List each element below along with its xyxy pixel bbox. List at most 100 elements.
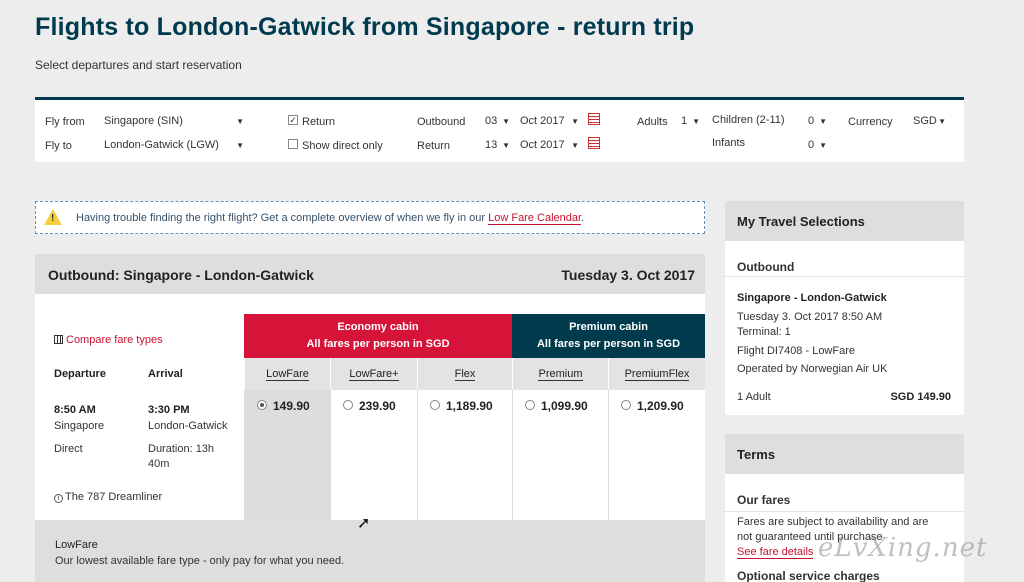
fare-header-premiumflex[interactable]: PremiumFlex — [608, 358, 705, 390]
return-day-select[interactable]: 13 ▼ — [483, 137, 513, 154]
fly-to-label: Fly to — [45, 140, 72, 152]
outbound-subheading: Outbound — [737, 260, 795, 274]
fly-to-select[interactable]: London-Gatwick (LGW) ▼ — [102, 137, 247, 154]
return-day-value: 13 — [485, 139, 498, 151]
fare-header-lowfare[interactable]: LowFare — [244, 358, 330, 390]
fare-cell-lowfare-plus[interactable]: 239.90 — [330, 390, 417, 520]
fly-from-select[interactable]: Singapore (SIN) ▼ — [102, 113, 247, 130]
chevron-down-icon: ▼ — [692, 117, 700, 126]
calendar-icon[interactable] — [588, 113, 600, 125]
warning-mark: ! — [51, 213, 55, 224]
arrival-header: Arrival — [148, 368, 183, 380]
premium-cabin-title: Premium cabin — [569, 321, 648, 333]
selected-operator: Operated by Norwegian Air UK — [737, 363, 888, 375]
chevron-down-icon: ▼ — [938, 117, 946, 126]
infants-value: 0 — [808, 139, 815, 151]
return-month-select[interactable]: Oct 2017 ▼ — [518, 137, 582, 154]
chevron-down-icon: ▼ — [502, 141, 510, 150]
info-icon: i — [54, 494, 63, 503]
chevron-down-icon: ▼ — [819, 117, 827, 126]
low-fare-calendar-link[interactable]: Low Fare Calendar — [488, 212, 582, 225]
fare-cell-premiumflex[interactable]: 1,209.90 — [608, 390, 705, 520]
departure-city: Singapore — [54, 420, 105, 432]
fare-description-title: LowFare — [55, 539, 98, 551]
fare-header-lowfare-plus[interactable]: LowFare+ — [330, 358, 417, 390]
divider — [725, 276, 964, 277]
fare-radio[interactable] — [257, 400, 267, 410]
fare-name: Premium — [538, 368, 583, 381]
fare-calendar-notice: ! Having trouble finding the right fligh… — [35, 201, 705, 234]
selected-datetime: Tuesday 3. Oct 2017 8:50 AM — [737, 311, 883, 323]
calendar-icon[interactable] — [588, 137, 600, 149]
flight-results: Compare fare types Departure Arrival 8:5… — [35, 294, 705, 520]
stops-info: Direct — [54, 443, 83, 455]
departure-time: 8:50 AM — [54, 404, 96, 416]
outbound-day-value: 03 — [485, 115, 498, 127]
fare-cell-lowfare[interactable]: 149.90 — [244, 390, 330, 520]
children-select[interactable]: 0 ▼ — [806, 113, 830, 130]
fly-from-value: Singapore (SIN) — [104, 115, 183, 127]
chevron-down-icon: ▼ — [502, 117, 510, 126]
infants-select[interactable]: 0 ▼ — [806, 137, 830, 154]
notice-message: Having trouble finding the right flight?… — [76, 212, 489, 224]
selected-terminal: Terminal: 1 — [737, 326, 791, 338]
departure-header: Departure — [54, 368, 106, 380]
our-fares-heading: Our fares — [737, 493, 791, 507]
chevron-down-icon: ▼ — [236, 117, 244, 126]
watermark-logo: eLvXing.net — [818, 533, 988, 563]
fly-to-value: London-Gatwick (LGW) — [104, 139, 219, 151]
outbound-day-select[interactable]: 03 ▼ — [483, 113, 513, 130]
fly-from-label: Fly from — [45, 116, 85, 128]
return-checkbox[interactable]: ✓ — [288, 115, 298, 125]
fare-price: 149.90 — [273, 399, 310, 413]
fare-radio[interactable] — [621, 400, 631, 410]
currency-select[interactable]: SGD ▼ — [911, 113, 949, 130]
return-month-value: Oct 2017 — [520, 139, 565, 151]
travel-selections-heading: My Travel Selections — [725, 201, 964, 241]
fare-name: LowFare — [266, 368, 309, 381]
direct-only-checkbox[interactable] — [288, 139, 298, 149]
optional-charges-heading: Optional service charges — [737, 569, 880, 582]
chevron-down-icon: ▼ — [819, 141, 827, 150]
fare-description-text: Our lowest available fare type - only pa… — [55, 555, 345, 567]
compare-fare-types-link[interactable]: Compare fare types — [54, 334, 163, 346]
direct-only-label: Show direct only — [302, 140, 383, 152]
search-panel: Fly from Singapore (SIN) ▼ Fly to London-… — [35, 97, 964, 162]
see-fare-details-link[interactable]: See fare details — [737, 546, 814, 559]
fare-cell-flex[interactable]: 1,189.90 — [417, 390, 512, 520]
duration-line1: Duration: 13h — [148, 443, 215, 455]
mouse-cursor-icon: ➚ — [357, 515, 371, 532]
notice-text: Having trouble finding the right flight?… — [76, 212, 585, 225]
fare-name: LowFare+ — [349, 368, 399, 381]
fare-price: 1,209.90 — [637, 399, 684, 413]
adults-label: Adults — [637, 116, 668, 128]
return-checkbox-label: Return — [302, 116, 336, 128]
passenger-count: 1 Adult — [737, 391, 771, 403]
divider — [725, 511, 964, 512]
premium-cabin-header: Premium cabin All fares per person in SG… — [512, 314, 705, 358]
outbound-month-select[interactable]: Oct 2017 ▼ — [518, 113, 582, 130]
fare-name: Flex — [454, 368, 476, 381]
adults-select[interactable]: 1 ▼ — [679, 113, 703, 130]
terms-heading: Terms — [725, 434, 964, 474]
premium-cabin-subtitle: All fares per person in SGD — [536, 338, 681, 350]
chevron-down-icon: ▼ — [236, 141, 244, 150]
see-fare-details-label: See fare details — [737, 546, 814, 559]
children-value: 0 — [808, 115, 815, 127]
fare-cell-premium[interactable]: 1,099.90 — [512, 390, 608, 520]
currency-value: SGD — [913, 115, 937, 127]
fare-radio[interactable] — [343, 400, 353, 410]
fare-price: 1,099.90 — [541, 399, 588, 413]
page-subtitle: Select departures and start reservation — [35, 58, 242, 72]
fare-header-flex[interactable]: Flex — [417, 358, 512, 390]
aircraft-info[interactable]: i The 787 Dreamliner — [54, 490, 162, 505]
fare-header-premium[interactable]: Premium — [512, 358, 608, 390]
selection-total: SGD 149.90 — [890, 391, 951, 403]
economy-cabin-title: Economy cabin — [337, 321, 419, 333]
duration-line2: 40m — [148, 458, 170, 470]
notice-end: . — [581, 212, 585, 224]
fare-radio[interactable] — [525, 400, 535, 410]
compare-fare-types-label: Compare fare types — [66, 334, 163, 346]
fare-radio[interactable] — [430, 400, 440, 410]
return-date-label: Return — [417, 140, 451, 152]
